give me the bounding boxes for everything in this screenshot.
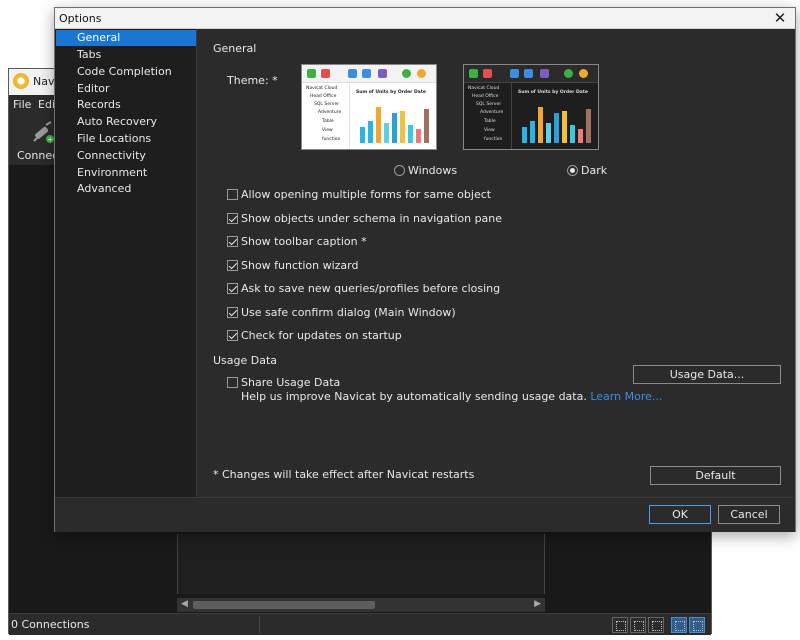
dialog-title: Options (59, 12, 102, 25)
option-label: Check for updates on startup (241, 329, 402, 342)
sidebar-item-records[interactable]: Records (56, 97, 196, 113)
checkbox[interactable] (227, 213, 238, 224)
default-button[interactable]: Default (650, 466, 781, 485)
sidebar-item-environment[interactable]: Environment (56, 165, 196, 181)
usage-data-button[interactable]: Usage Data... (633, 365, 781, 384)
connection-count: 0 Connections (11, 618, 90, 631)
status-divider (259, 616, 260, 634)
cancel-button[interactable]: Cancel (718, 505, 780, 524)
navicat-logo-icon (13, 73, 29, 89)
option-label: Show objects under schema in navigation … (241, 212, 503, 225)
scroll-right-icon[interactable]: ▶ (534, 599, 541, 609)
horizontal-scrollbar[interactable]: ◀ ▶ (177, 598, 545, 612)
info-pane-toggle-icon[interactable] (689, 617, 705, 633)
sidebar-item-code-completion[interactable]: Code Completion (56, 64, 196, 80)
grid-view-icon[interactable] (612, 617, 628, 633)
checkbox[interactable] (227, 377, 238, 388)
options-dialog: Options ✕ General Tabs Code Completion E… (54, 7, 796, 532)
checkbox[interactable] (227, 307, 238, 318)
theme-preview-windows[interactable]: Navicat Cloud Head Office SQL Server Adv… (301, 64, 437, 150)
list-view-icon[interactable] (630, 617, 646, 633)
svg-text:+: + (47, 136, 53, 144)
scroll-left-icon[interactable]: ◀ (181, 599, 188, 609)
theme-radio-dark[interactable] (567, 165, 578, 176)
scrollbar-thumb[interactable] (193, 601, 375, 609)
preview-navigation-tree: Navicat Cloud Head Office SQL Server Adv… (302, 83, 350, 149)
option-label: Use safe confirm dialog (Main Window) (241, 306, 456, 319)
preview-toolbar (302, 65, 436, 83)
theme-preview-dark[interactable]: Navicat Cloud Head Office SQL Server Adv… (463, 64, 599, 150)
sidebar-item-general[interactable]: General (56, 30, 196, 46)
sidebar-item-editor[interactable]: Editor (56, 81, 196, 97)
nav-pane-toggle-icon[interactable] (671, 617, 687, 633)
section-heading-general: General (213, 42, 257, 55)
option-label: Show toolbar caption * (241, 235, 367, 248)
object-pane (177, 534, 545, 594)
dialog-footer: OK Cancel (55, 497, 795, 532)
option-label: Share Usage Data (241, 376, 341, 389)
status-bar: 0 Connections (9, 613, 711, 635)
learn-more-link[interactable]: Learn More... (590, 390, 662, 403)
preview-chart: Sum of Units by Order Date (350, 83, 436, 149)
restart-note: * Changes will take effect after Navicat… (213, 468, 475, 481)
dialog-titlebar: Options ✕ (55, 8, 795, 29)
section-heading-usage-data: Usage Data (213, 354, 278, 367)
sidebar-item-advanced[interactable]: Advanced (56, 181, 196, 197)
option-label: Show function wizard (241, 259, 359, 272)
checkbox[interactable] (227, 330, 238, 341)
connection-plug-icon[interactable]: + (31, 121, 55, 145)
checkbox[interactable] (227, 189, 238, 200)
menu-file[interactable]: File (13, 98, 31, 111)
general-settings-panel: General Theme: * Navicat Cloud Head Offi… (198, 29, 795, 497)
theme-radio-windows[interactable] (394, 165, 405, 176)
sidebar-item-auto-recovery[interactable]: Auto Recovery (56, 114, 196, 130)
checkbox[interactable] (227, 260, 238, 271)
option-label: Allow opening multiple forms for same ob… (241, 188, 492, 201)
theme-radio-windows-label: Windows (408, 164, 458, 177)
close-icon[interactable]: ✕ (771, 9, 789, 27)
sidebar-item-tabs[interactable]: Tabs (56, 47, 196, 63)
sidebar-item-file-locations[interactable]: File Locations (56, 131, 196, 147)
checkbox[interactable] (227, 283, 238, 294)
theme-radio-dark-label: Dark (581, 164, 608, 177)
theme-label: Theme: * (227, 74, 278, 87)
preview-toolbar (464, 65, 598, 83)
preview-chart: Sum of Units by Order Date (512, 83, 598, 149)
sidebar-item-connectivity[interactable]: Connectivity (56, 148, 196, 164)
checkbox[interactable] (227, 236, 238, 247)
preview-navigation-tree: Navicat Cloud Head Office SQL Server Adv… (464, 83, 512, 149)
options-sidebar: General Tabs Code Completion Editor Reco… (55, 29, 197, 497)
usage-help-description: Help us improve Navicat by automatically… (241, 390, 587, 403)
detail-view-icon[interactable] (648, 617, 664, 633)
ok-button[interactable]: OK (649, 505, 711, 524)
option-label: Ask to save new queries/profiles before … (241, 282, 501, 295)
usage-help-text: Help us improve Navicat by automatically… (241, 390, 662, 403)
